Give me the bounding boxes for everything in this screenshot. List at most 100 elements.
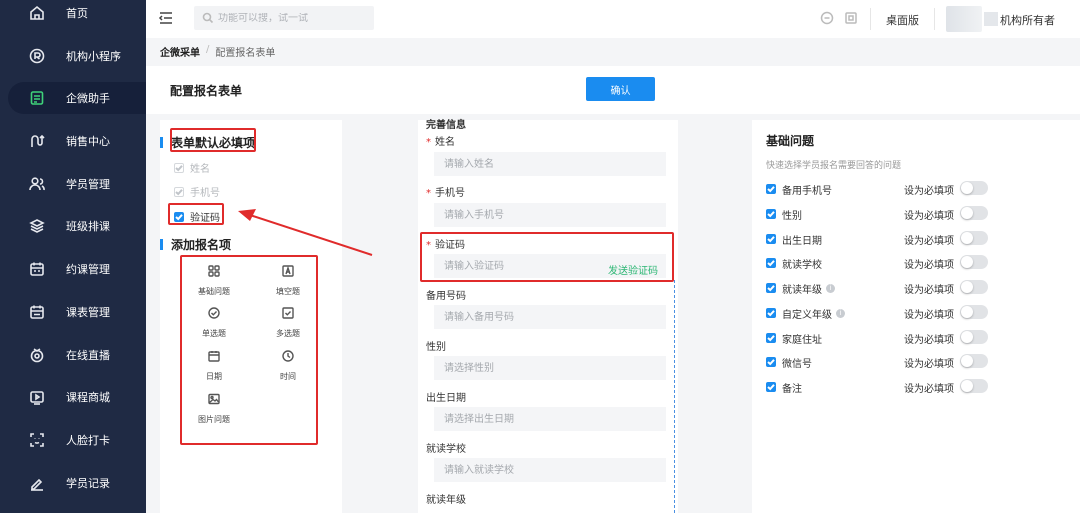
send-code-button[interactable]: 发送验证码 <box>608 262 658 277</box>
question-row: 自定义年级 i 设为必填项 <box>766 305 996 321</box>
search-input[interactable] <box>218 12 368 24</box>
required-toggle[interactable] <box>960 181 988 195</box>
tool-single-choice[interactable]: 单选题 <box>184 307 244 343</box>
question-label: 出生日期 <box>782 236 822 247</box>
sidebar-item-record[interactable]: 学员记录 <box>0 467 146 499</box>
divider <box>870 8 871 30</box>
required-toggle[interactable] <box>960 354 988 368</box>
name-input[interactable] <box>434 152 666 176</box>
question-row: 出生日期 设为必填项 <box>766 231 996 247</box>
class-icon <box>28 217 46 235</box>
sidebar-item-label: 人脸打卡 <box>66 434 110 447</box>
school-input[interactable] <box>434 458 666 482</box>
owner-role[interactable]: 机构所有者 <box>1000 12 1055 28</box>
info-icon[interactable]: i <box>826 284 835 293</box>
sidebar-item-mall[interactable]: 课程商城 <box>0 381 146 413</box>
checkbox-checked[interactable] <box>766 283 776 293</box>
checkbox-checked[interactable] <box>766 308 776 318</box>
required-toggle[interactable] <box>960 379 988 393</box>
set-required-label: 设为必填项 <box>904 260 954 271</box>
tool-fill-blank[interactable]: 填空题 <box>258 265 318 301</box>
face-scan-icon <box>28 431 46 449</box>
field-label-name: * 姓名 <box>426 137 455 148</box>
students-icon <box>28 175 46 193</box>
sidebar-item-class[interactable]: 班级排课 <box>0 210 146 242</box>
sidebar-item-calendar[interactable]: 课表管理 <box>0 296 146 328</box>
set-required-label: 设为必填项 <box>904 236 954 247</box>
collapse-menu-icon[interactable] <box>158 10 176 28</box>
set-required-label: 设为必填项 <box>904 384 954 395</box>
sidebar-item-label: 班级排课 <box>66 220 110 233</box>
question-row: 就读学校 设为必填项 <box>766 255 996 271</box>
chat-icon[interactable] <box>820 11 836 27</box>
basic-questions-title: 基础问题 <box>766 134 815 148</box>
clock-icon <box>282 350 294 365</box>
birthdate-select[interactable] <box>434 407 666 431</box>
avatar[interactable] <box>946 6 982 32</box>
breadcrumb-current: 配置报名表单 <box>215 48 276 59</box>
checkbox-checked[interactable] <box>766 234 776 244</box>
sidebar-item-assistant[interactable]: 企微助手 <box>8 82 146 114</box>
checkbox-checked[interactable] <box>766 382 776 392</box>
checkbox-checked[interactable] <box>766 333 776 343</box>
checkbox-checked[interactable] <box>766 258 776 268</box>
required-toggle[interactable] <box>960 330 988 344</box>
booking-icon <box>28 260 46 278</box>
required-section-title: 表单默认必填项 <box>160 134 255 151</box>
phone-input[interactable] <box>434 203 666 227</box>
question-label: 就读年级 i <box>782 281 835 296</box>
image-icon <box>208 393 220 408</box>
sidebar-item-label: 企微助手 <box>66 92 110 105</box>
checkbox-checked[interactable] <box>766 209 776 219</box>
tool-date[interactable]: 日期 <box>184 350 244 386</box>
field-label-school: 就读学校 <box>426 444 466 455</box>
text-box-icon <box>282 265 294 280</box>
breadcrumb-parent[interactable]: 企微采单 <box>160 44 200 59</box>
search-box[interactable] <box>194 6 374 30</box>
sidebar-item-sales[interactable]: 销售中心 <box>0 125 146 157</box>
radio-circle-icon <box>208 307 220 322</box>
tool-image-question[interactable]: 图片问题 <box>184 393 244 429</box>
sidebar-item-mini-program[interactable]: 机构小程序 <box>0 40 146 72</box>
drop-zone-border <box>674 280 675 513</box>
tool-time[interactable]: 时间 <box>258 350 318 386</box>
checkbox-checked[interactable] <box>766 357 776 367</box>
question-label: 性别 <box>782 211 802 222</box>
sidebar-item-students[interactable]: 学员管理 <box>0 168 146 200</box>
field-label-gender: 性别 <box>426 342 446 353</box>
tool-basic-question[interactable]: 基础问题 <box>184 265 244 301</box>
sidebar-item-live[interactable]: 在线直播 <box>0 339 146 371</box>
confirm-button[interactable]: 确认 <box>586 77 655 101</box>
required-toggle[interactable] <box>960 231 988 245</box>
basic-questions-panel: 基础问题 快速选择学员报名需要回答的问题 备用手机号 设为必填项 性别 设为必填… <box>752 120 1080 513</box>
desktop-version-link[interactable]: 桌面版 <box>886 12 919 28</box>
required-toggle[interactable] <box>960 280 988 294</box>
sidebar-item-home[interactable]: 首页 <box>0 0 146 29</box>
required-toggle[interactable] <box>960 206 988 220</box>
sidebar-item-booking[interactable]: 约课管理 <box>0 253 146 285</box>
question-label: 家庭住址 <box>782 335 822 346</box>
checkbox-checked[interactable] <box>766 184 776 194</box>
checkbox-checked[interactable] <box>174 211 184 222</box>
question-row: 微信号 设为必填项 <box>766 354 996 370</box>
info-icon[interactable]: i <box>836 309 845 318</box>
sidebar-item-label: 学员记录 <box>66 477 110 490</box>
qrcode-icon[interactable] <box>844 11 860 27</box>
question-row: 备用手机号 设为必填项 <box>766 181 996 197</box>
sidebar-item-face-scan[interactable]: 人脸打卡 <box>0 424 146 456</box>
set-required-label: 设为必填项 <box>904 359 954 370</box>
required-toggle[interactable] <box>960 305 988 319</box>
set-required-label: 设为必填项 <box>904 186 954 197</box>
topbar: 桌面版 机构所有者 <box>146 0 1080 38</box>
tool-multi-choice[interactable]: 多选题 <box>258 307 318 343</box>
backup-phone-input[interactable] <box>434 305 666 329</box>
field-label-grade: 就读年级 <box>426 495 466 506</box>
required-item-verify-code[interactable]: 验证码 <box>174 209 220 224</box>
required-item-name: 姓名 <box>174 160 210 175</box>
question-label: 备用手机号 <box>782 186 832 197</box>
gender-select[interactable] <box>434 356 666 380</box>
left-panel: 表单默认必填项 姓名 手机号 验证码 添加报名项 基础问题 填空题 单选题 多选… <box>160 120 342 513</box>
required-toggle[interactable] <box>960 255 988 269</box>
breadcrumb-separator: / <box>206 44 210 55</box>
checkbox-disabled <box>174 186 184 197</box>
